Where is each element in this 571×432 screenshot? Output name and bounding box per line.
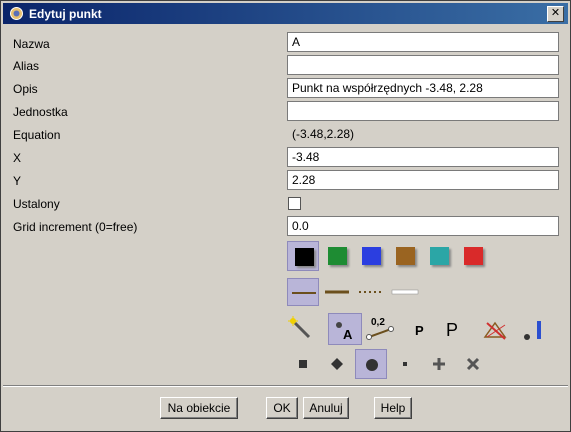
magic-wand-icon xyxy=(288,316,311,339)
point-shape-dot-button[interactable] xyxy=(389,349,421,379)
point-shape-cross-button[interactable] xyxy=(457,349,489,379)
point-name-icon: A xyxy=(336,322,353,342)
label-mode-value-button[interactable]: 0,2 xyxy=(363,313,397,345)
color-swatch-button[interactable] xyxy=(389,241,421,271)
dot-shape-icon xyxy=(403,362,407,366)
line-style-thin-button[interactable] xyxy=(389,278,421,306)
line-thin-icon xyxy=(391,289,419,295)
svg-text:A: A xyxy=(343,327,353,342)
x-label: X xyxy=(13,151,22,165)
plus-shape-icon xyxy=(433,358,445,370)
hidden-label-icon xyxy=(483,321,507,340)
grid-increment-label: Grid increment (0=free) xyxy=(13,220,138,234)
color-swatch xyxy=(362,247,381,265)
unit-label: Jednostka xyxy=(13,105,68,119)
alias-label: Alias xyxy=(13,59,40,73)
point-value-icon: 0,2 xyxy=(366,317,394,340)
y-field[interactable]: 2.28 xyxy=(287,170,559,190)
color-swatch-button[interactable] xyxy=(457,241,489,271)
label-mode-caption-large-button[interactable]: P xyxy=(437,313,471,345)
caption-large-icon: P xyxy=(446,320,458,340)
circle-shape-icon xyxy=(366,359,378,371)
fixed-label: Ustalony xyxy=(13,197,60,211)
grid-increment-field[interactable]: 0.0 xyxy=(287,216,559,236)
color-swatch-button[interactable] xyxy=(287,241,319,271)
y-label: Y xyxy=(13,174,22,188)
line-dotted-icon xyxy=(359,291,383,293)
point-shape-plus-button[interactable] xyxy=(423,349,455,379)
label-mode-dot-bar-button[interactable] xyxy=(517,313,551,345)
line-thick-icon xyxy=(325,290,349,294)
label-mode-caption-small-button[interactable]: P xyxy=(403,313,437,345)
line-style-solid-button[interactable] xyxy=(287,278,319,306)
value-icon-text: 0,2 xyxy=(371,317,385,328)
dot-bar-icon xyxy=(524,321,541,340)
label-mode-name-button[interactable]: A xyxy=(328,313,362,345)
square-shape-icon xyxy=(299,360,307,368)
title-bar: Edytuj punkt ✕ xyxy=(3,3,568,24)
on-object-button[interactable]: Na obiekcie xyxy=(160,397,238,419)
x-field[interactable]: -3.48 xyxy=(287,147,559,167)
point-shape-square-button[interactable] xyxy=(287,349,319,379)
line-style-thick-button[interactable] xyxy=(321,278,353,306)
window-title: Edytuj punkt xyxy=(29,7,102,21)
description-label: Opis xyxy=(13,82,38,96)
alias-field[interactable] xyxy=(287,55,559,75)
color-swatch xyxy=(396,247,415,265)
point-shape-diamond-button[interactable] xyxy=(321,349,353,379)
app-icon xyxy=(10,7,23,20)
description-field[interactable]: Punkt na współrzędnych -3.48, 2.28 xyxy=(287,78,559,98)
separator xyxy=(3,385,568,387)
name-label: Nazwa xyxy=(13,37,50,51)
close-button[interactable]: ✕ xyxy=(547,6,564,22)
point-shape-circle-button[interactable] xyxy=(355,349,387,379)
caption-small-icon: P xyxy=(415,323,424,338)
edit-point-dialog: Edytuj punkt ✕ Nazwa Alias Opis Jednostk… xyxy=(0,0,571,432)
color-swatch xyxy=(328,247,347,265)
color-swatch-button[interactable] xyxy=(321,241,353,271)
cross-shape-icon xyxy=(466,357,480,371)
line-style-dotted-button[interactable] xyxy=(355,278,387,306)
fixed-checkbox[interactable] xyxy=(288,197,301,210)
color-swatch xyxy=(464,247,483,265)
diamond-shape-icon xyxy=(331,358,343,370)
color-swatch xyxy=(430,247,449,265)
name-field[interactable]: A xyxy=(287,32,559,52)
color-swatch-button[interactable] xyxy=(355,241,387,271)
caption-small-text: P xyxy=(415,323,424,338)
caption-large-text: P xyxy=(446,320,458,340)
equation-label: Equation xyxy=(13,128,61,142)
color-swatch xyxy=(295,248,314,266)
label-mode-hidden-button[interactable] xyxy=(479,313,513,345)
cancel-button[interactable]: Anuluj xyxy=(303,397,349,419)
help-button[interactable]: Help xyxy=(374,397,412,419)
ok-button[interactable]: OK xyxy=(266,397,298,419)
line-solid-icon xyxy=(292,292,316,294)
color-swatch-button[interactable] xyxy=(423,241,455,271)
unit-field[interactable] xyxy=(287,101,559,121)
label-mode-auto-button[interactable] xyxy=(285,313,319,345)
equation-value: (-3.48,2.28) xyxy=(287,124,559,144)
